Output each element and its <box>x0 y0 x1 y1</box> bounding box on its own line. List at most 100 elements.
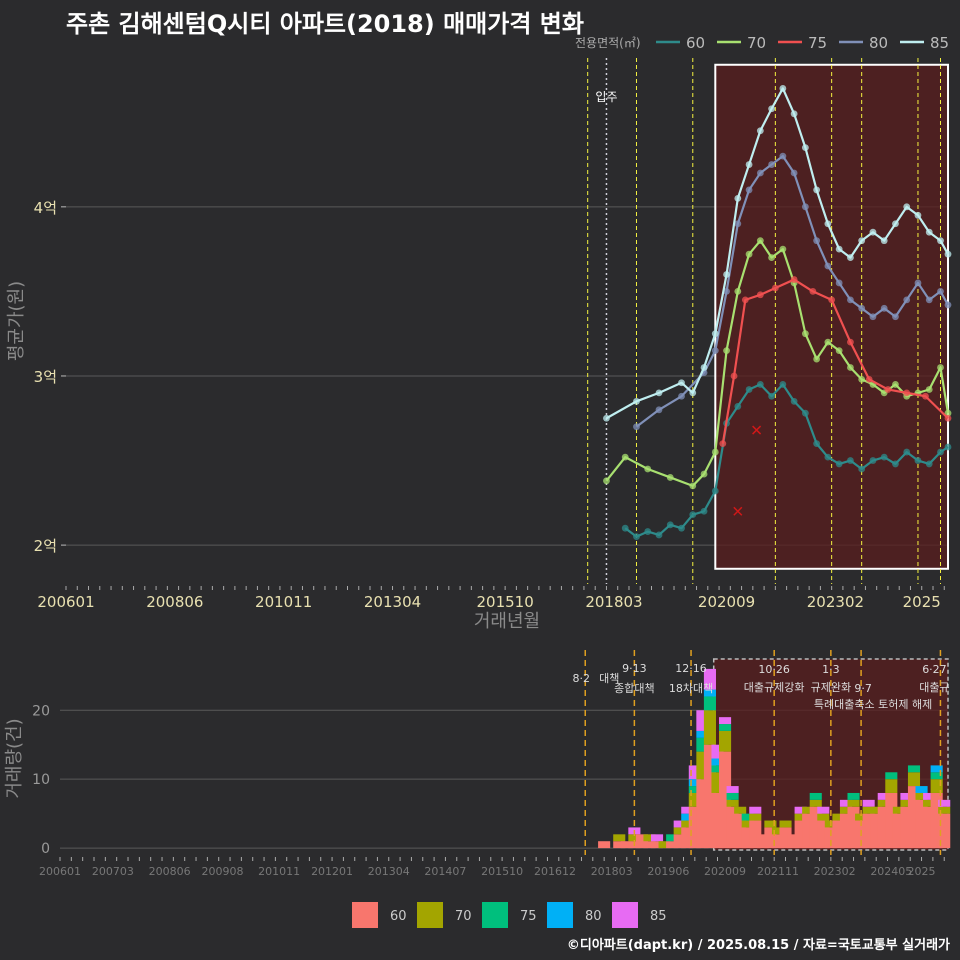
price-point-80 <box>858 304 866 312</box>
price-x-tick-label: 2025 <box>903 593 941 611</box>
price-point-70 <box>937 364 944 371</box>
volume-x-tick-label: 202111 <box>757 865 799 878</box>
policy-event-date: 12·16 <box>675 662 707 675</box>
price-point-85 <box>768 105 775 113</box>
price-point-85 <box>813 186 821 194</box>
price-point-75 <box>741 296 749 304</box>
volume-y-axis-title: 거래량(건) <box>4 718 25 798</box>
volume-bar-80 <box>915 786 928 793</box>
price-point-75 <box>847 338 854 346</box>
price-point-80 <box>903 296 911 304</box>
price-legend-label-85: 85 <box>930 34 949 52</box>
price-point-75 <box>903 389 911 397</box>
volume-bar-70 <box>885 779 898 793</box>
volume-x-tick-label: 200908 <box>201 865 243 878</box>
price-y-tick-label: 3억 <box>34 368 57 386</box>
price-point-80 <box>813 237 821 245</box>
price-point-70 <box>835 347 843 354</box>
volume-legend-key-70 <box>417 902 443 928</box>
price-point-85 <box>824 220 832 228</box>
volume-x-tick-label: 2025 <box>908 865 936 878</box>
price-legend-label-60: 60 <box>686 34 705 52</box>
price-point-85 <box>711 330 719 338</box>
policy-event-label: 규제완화 <box>811 681 851 694</box>
price-point-85 <box>745 161 753 168</box>
volume-legend-label-60: 60 <box>390 909 407 924</box>
price-point-60 <box>813 440 821 448</box>
volume-legend-label-70: 70 <box>455 909 472 924</box>
price-point-60 <box>869 457 877 464</box>
price-point-70 <box>847 364 854 371</box>
price-point-70 <box>925 386 933 393</box>
price-point-70 <box>824 338 832 346</box>
price-point-85 <box>903 203 911 211</box>
price-point-85 <box>689 389 697 397</box>
price-point-70 <box>734 288 742 295</box>
policy-event-date: 9·13 <box>622 662 647 675</box>
price-point-80 <box>779 152 787 160</box>
price-point-60 <box>914 457 922 464</box>
price-y-axis-title: 평균가(원) <box>6 281 27 361</box>
price-point-60 <box>824 453 832 461</box>
price-point-70 <box>689 482 697 490</box>
price-point-75 <box>809 288 817 295</box>
price-x-tick-label: 202302 <box>807 593 864 611</box>
volume-x-tick-label: 201803 <box>591 865 633 878</box>
price-point-85 <box>880 237 888 245</box>
policy-event-label: 특례대출축소 토허제 해제 <box>814 697 932 711</box>
price-point-80 <box>835 279 843 287</box>
volume-bar-85 <box>862 799 875 807</box>
price-point-85 <box>914 211 922 219</box>
volume-bar-75 <box>726 792 739 800</box>
volume-x-tick-label: 201201 <box>311 865 353 878</box>
price-point-80 <box>944 301 952 309</box>
price-point-60 <box>666 521 674 529</box>
volume-bar-75 <box>703 696 716 711</box>
price-x-tick-label: 202009 <box>698 593 755 611</box>
price-point-85 <box>790 110 798 118</box>
volume-y-tick-label: 20 <box>32 703 50 719</box>
price-point-60 <box>621 524 629 532</box>
price-point-60 <box>768 392 775 400</box>
price-point-60 <box>847 457 854 464</box>
volume-bar-85 <box>749 806 762 814</box>
volume-x-tick-label: 200806 <box>149 865 191 878</box>
price-point-85 <box>944 250 952 258</box>
volume-x-tick-label: 201011 <box>258 865 300 878</box>
volume-legend-label-85: 85 <box>650 909 667 924</box>
price-point-80 <box>824 262 832 270</box>
price-point-80 <box>847 296 854 304</box>
policy-event-date: 8·2 <box>572 672 590 685</box>
price-point-60 <box>711 487 719 495</box>
price-x-tick-label: 200806 <box>146 593 203 611</box>
price-point-75 <box>790 276 798 283</box>
price-point-70 <box>621 453 629 461</box>
price-point-80 <box>745 186 753 194</box>
price-point-70 <box>801 330 809 338</box>
price-point-85 <box>700 364 708 371</box>
price-point-85 <box>937 237 944 245</box>
price-point-80 <box>756 169 764 177</box>
volume-bar-70 <box>749 813 762 821</box>
volume-bar-70 <box>907 772 921 787</box>
price-point-60 <box>644 528 652 535</box>
price-y-tick-label: 4억 <box>34 199 57 217</box>
price-x-tick-label: 201510 <box>476 593 533 611</box>
price-point-85 <box>925 228 933 236</box>
price-point-85 <box>858 237 866 245</box>
price-point-85 <box>756 127 764 135</box>
price-point-85 <box>869 228 877 236</box>
price-point-85 <box>723 271 730 278</box>
price-point-70 <box>756 237 764 245</box>
price-point-60 <box>892 460 899 468</box>
price-point-80 <box>925 296 933 304</box>
price-point-85 <box>835 245 843 253</box>
price-point-70 <box>768 254 775 261</box>
price-point-60 <box>903 448 911 456</box>
price-point-60 <box>689 511 697 519</box>
price-legend-label-70: 70 <box>747 34 766 52</box>
volume-bar-75 <box>885 772 898 780</box>
volume-bar-85 <box>817 806 830 814</box>
volume-bar-70 <box>817 813 830 821</box>
volume-bar-70 <box>847 799 860 807</box>
